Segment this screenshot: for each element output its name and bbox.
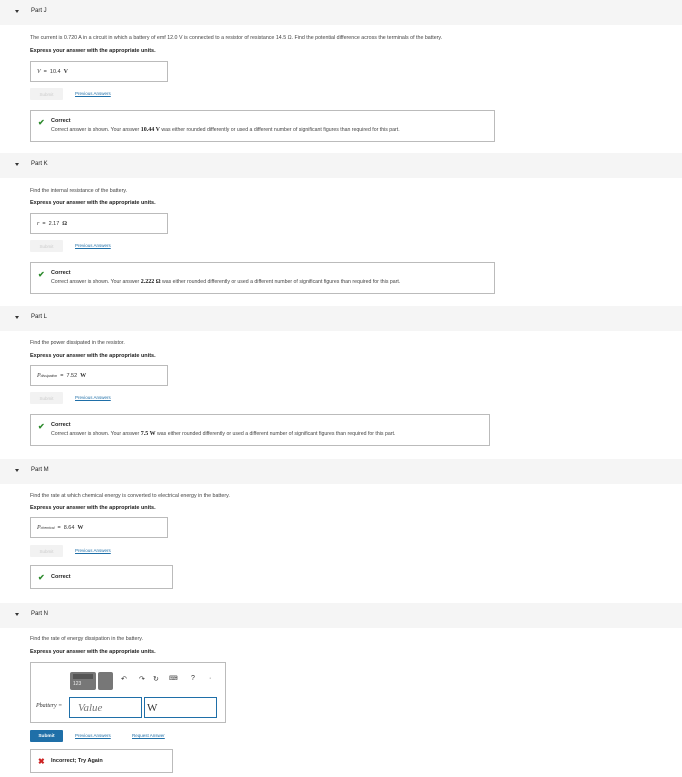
answer-variable: V [37,68,41,75]
answer-field[interactable]: r = 2.17 Ω [30,213,168,234]
request-answer-link[interactable]: Request Answer [132,733,165,738]
answer-field[interactable]: Pchemical = 8.64 W [30,517,168,538]
answer-field[interactable]: Pdissipation = 7.52 W [30,365,168,386]
reset-icon[interactable]: ↻ [153,675,159,683]
feedback-correct: ✔ Correct Correct answer is shown. Your … [30,262,495,294]
part-k-header[interactable]: Part K [0,153,682,178]
feedback-message: Correct answer is shown. Your answer 2.2… [51,279,401,285]
part-m-header[interactable]: Part M [0,459,682,484]
keyboard-icon[interactable]: ⌨ [169,675,178,682]
feedback-message: Correct answer is shown. Your answer 7.5… [51,431,396,437]
check-icon: ✔ [38,270,45,279]
feedback-title: Incorrect; Try Again [51,758,103,764]
submit-button[interactable]: Submit [30,88,63,100]
check-icon: ✔ [38,118,45,127]
submit-button[interactable]: Submit [30,240,63,252]
answer-unit: W [80,372,87,379]
more-icon[interactable]: · [209,675,211,682]
part-title: Part K [31,161,48,167]
instruction-text: Express your answer with the appropriate… [30,505,156,511]
part-n-header[interactable]: Part N [0,603,682,628]
feedback-correct: ✔ Correct Correct answer is shown. Your … [30,414,490,446]
part-j-header[interactable]: Part J [0,0,682,25]
help-icon[interactable]: ? [191,675,195,682]
question-text: Find the rate of energy dissipation in t… [30,636,143,642]
previous-answers-link[interactable]: Previous Answers [75,548,111,553]
previous-answers-link[interactable]: Previous Answers [75,91,111,96]
instruction-text: Express your answer with the appropriate… [30,200,156,206]
keypad-icon: 123 [73,681,82,687]
part-title: Part J [31,8,47,14]
feedback-correct: ✔ Correct Correct answer is shown. Your … [30,110,495,142]
feedback-title: Correct [51,118,71,124]
answer-unit: Ω [62,220,68,227]
instruction-text: Express your answer with the appropriate… [30,48,156,54]
submit-button[interactable]: Submit [30,392,63,404]
caret-down-icon [15,469,19,472]
question-text: Find the rate at which chemical energy i… [30,493,230,499]
feedback-title: Correct [51,422,71,428]
part-l-header[interactable]: Part L [0,306,682,331]
instruction-text: Express your answer with the appropriate… [30,353,156,359]
caret-down-icon [15,163,19,166]
answer-value: 7.52 [66,372,78,379]
question-text: Find the internal resistance of the batt… [30,188,128,194]
answer-editor: 123 ↶ ↷ ↻ ⌨ ? · Pbattery = Value W [30,662,226,723]
feedback-title: Correct [51,270,71,276]
check-icon: ✔ [38,573,45,582]
previous-answers-link[interactable]: Previous Answers [75,395,111,400]
answer-value: 10.4 [49,68,61,75]
answer-unit: V [63,68,68,75]
redo-icon[interactable]: ↷ [139,675,145,683]
instruction-text: Express your answer with the appropriate… [30,649,156,655]
answer-variable: Pbattery = [36,703,63,709]
caret-down-icon [15,613,19,616]
previous-answers-link[interactable]: Previous Answers [75,733,111,738]
feedback-title: Correct [51,574,71,580]
answer-field[interactable]: V = 10.4 V [30,61,168,82]
caret-down-icon [15,316,19,319]
feedback-incorrect: ✖ Incorrect; Try Again [30,749,173,773]
feedback-correct: ✔ Correct [30,565,173,589]
answer-subscript: chemical [40,525,55,530]
submit-button[interactable]: Submit [30,545,63,557]
submit-button[interactable]: Submit [30,730,63,742]
unit-input[interactable]: W [144,697,217,718]
question-text: The current is 0.720 A in a circuit in w… [30,35,443,41]
answer-value: 2.17 [48,220,60,227]
value-input[interactable]: Value [69,697,142,718]
answer-unit: W [77,524,84,531]
symbols-button[interactable] [98,672,113,690]
answer-variable: r [37,220,40,227]
check-icon: ✔ [38,422,45,431]
templates-button[interactable]: 123 [70,672,96,690]
feedback-message: Correct answer is shown. Your answer 10.… [51,127,400,133]
answer-subscript: dissipation [40,373,58,378]
x-icon: ✖ [38,757,45,766]
previous-answers-link[interactable]: Previous Answers [75,243,111,248]
undo-icon[interactable]: ↶ [121,675,127,683]
part-title: Part L [31,314,48,320]
part-title: Part N [31,611,49,617]
answer-value: 8.64 [63,524,75,531]
caret-down-icon [15,10,19,13]
question-text: Find the power dissipated in the resisto… [30,340,125,346]
part-title: Part M [31,467,49,473]
